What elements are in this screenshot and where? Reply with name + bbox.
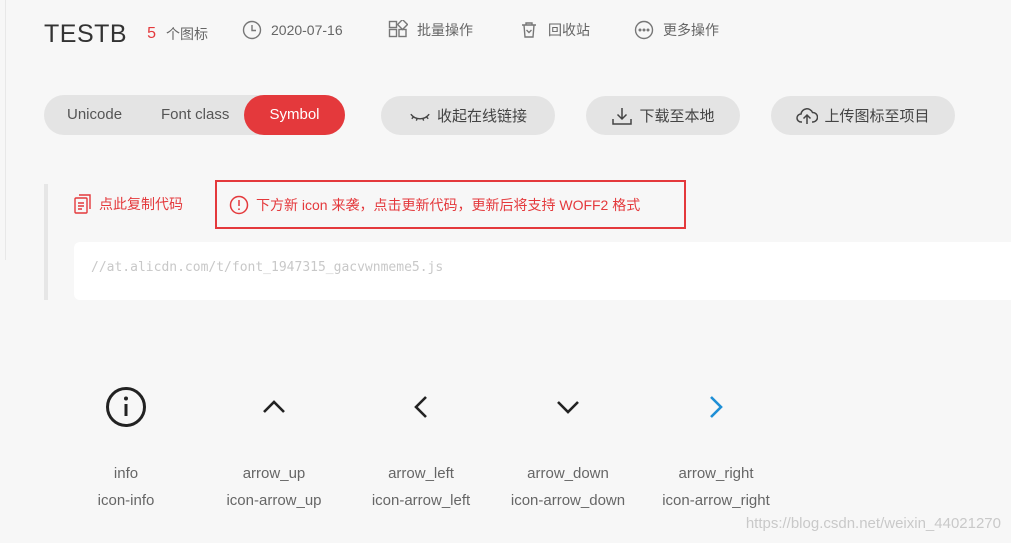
batch-operations-label: 批量操作 [417,22,473,38]
clock-icon [242,20,262,40]
more-icon [634,20,654,40]
project-title: TESTB [44,19,128,48]
download-label: 下载至本地 [639,108,715,125]
tab-font-class[interactable]: Font class [161,95,229,135]
icon-name: arrow_down [527,465,609,482]
icon-name: arrow_left [388,465,454,482]
icon-card-arrow-left[interactable]: arrow_left icon-arrow_left [341,380,501,510]
eye-closed-icon [410,113,430,121]
icon-card-info[interactable]: info icon-info [46,380,206,510]
icon-class-name: icon-arrow_left [371,492,471,509]
download-button[interactable]: 下载至本地 [586,96,740,135]
code-panel: 点此复制代码 下方新 icon 来袭，点击更新代码，更新后将支持 WOFF2 格… [44,180,1011,300]
created-date: 2020-07-16 [242,20,343,40]
icon-name: info [113,465,139,482]
format-tabs: Unicode Font class Symbol [44,95,345,135]
recycle-bin-label: 回收站 [548,22,590,38]
upload-to-project-label: 上传图标至项目 [824,108,930,125]
tab-symbol[interactable]: Symbol [244,95,345,135]
update-notice-text: 下方新 icon 来袭，点击更新代码，更新后将支持 WOFF2 格式 [256,196,641,213]
icon-card-arrow-down[interactable]: arrow_down icon-arrow_down [488,380,648,510]
icon-class-name: icon-info [97,492,155,509]
icon-card-arrow-up[interactable]: arrow_up icon-arrow_up [194,380,354,510]
cloud-upload-icon [796,107,819,124]
icon-card-arrow-right[interactable]: arrow_right icon-arrow_right [636,380,796,510]
icon-name: arrow_right [678,465,754,482]
page-divider [5,0,6,260]
arrow-down-icon [557,401,579,414]
download-icon [612,107,633,125]
tab-unicode[interactable]: Unicode [67,95,122,135]
update-notice[interactable]: 下方新 icon 来袭，点击更新代码，更新后将支持 WOFF2 格式 [215,180,686,229]
collapse-online-link-button[interactable]: 收起在线链接 [381,96,555,135]
arrow-right-icon [710,396,723,418]
project-header: TESTB 5 个图标 [44,14,208,54]
code-snippet[interactable]: //at.alicdn.com/t/font_1947315_gacvwnmem… [74,242,1011,300]
more-actions-label: 更多操作 [663,22,719,38]
copy-code-button[interactable]: 点此复制代码 [74,194,183,214]
collapse-online-link-label: 收起在线链接 [436,108,527,125]
icon-name: arrow_up [242,465,306,482]
more-actions-button[interactable]: 更多操作 [634,20,719,40]
watermark: https://blog.csdn.net/weixin_44021270 [745,515,1001,532]
recycle-bin-button[interactable]: 回收站 [519,20,590,40]
info-circle-icon [106,387,146,427]
copy-code-label: 点此复制代码 [99,196,183,212]
recycle-bin-icon [522,22,536,38]
created-date-text: 2020-07-16 [271,22,343,38]
icon-class-name: icon-arrow_up [226,492,322,509]
alert-circle-icon [229,195,249,214]
upload-to-project-button[interactable]: 上传图标至项目 [771,96,955,135]
icon-count-label: 个图标 [165,26,208,42]
icon-class-name: icon-arrow_right [662,492,770,509]
copy-document-icon [74,194,91,214]
arrow-left-icon [414,396,427,418]
icon-count: 5 [147,25,156,42]
icon-class-name: icon-arrow_down [510,492,626,509]
batch-operations-button[interactable]: 批量操作 [388,20,473,40]
arrow-up-icon [263,400,285,413]
grid-icon [388,20,408,38]
